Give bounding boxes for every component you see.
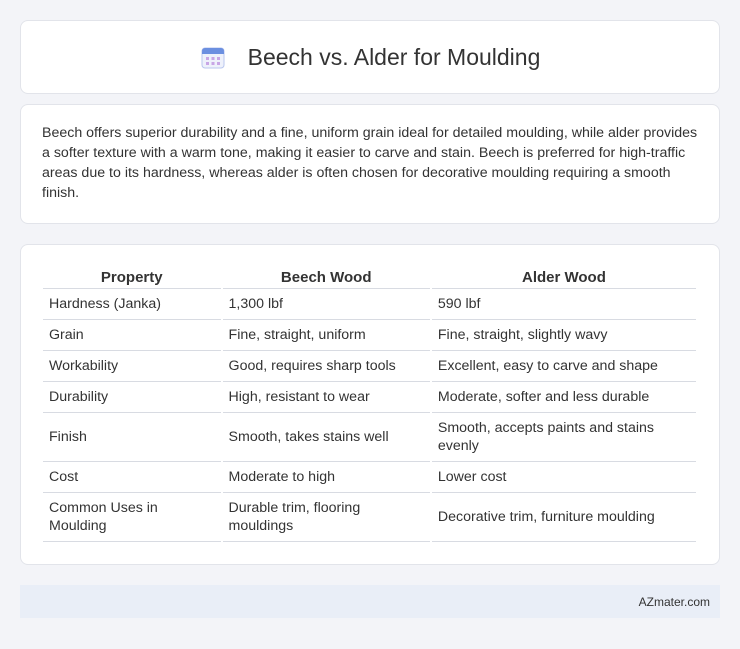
table-cell-beech: Smooth, takes stains well <box>222 413 430 462</box>
table-row: Cost Moderate to high Lower cost <box>43 462 696 493</box>
table-row: Grain Fine, straight, uniform Fine, stra… <box>43 320 696 351</box>
table-cell-property: Workability <box>43 351 221 382</box>
table-row: Durability High, resistant to wear Moder… <box>43 382 696 413</box>
page-title: Beech vs. Alder for Moulding <box>247 43 541 70</box>
comparison-table-card: Property Beech Wood Alder Wood Hardness … <box>20 244 720 565</box>
description-text: Beech offers superior durability and a f… <box>42 125 698 201</box>
table-cell-alder: Moderate, softer and less durable <box>431 382 696 413</box>
footer: AZmater.com <box>20 585 720 618</box>
table-cell-property: Common Uses in Moulding <box>43 493 221 542</box>
table-row: Hardness (Janka) 1,300 lbf 590 lbf <box>43 289 696 320</box>
title-card: Beech vs. Alder for Moulding <box>20 20 720 94</box>
table-cell-alder: Fine, straight, slightly wavy <box>431 320 696 351</box>
table-cell-beech: Durable trim, flooring mouldings <box>222 493 430 542</box>
table-cell-beech: Fine, straight, uniform <box>222 320 430 351</box>
table-cell-beech: Good, requires sharp tools <box>222 351 430 382</box>
table-cell-alder: 590 lbf <box>431 289 696 320</box>
table-cell-property: Durability <box>43 382 221 413</box>
table-cell-alder: Lower cost <box>431 462 696 493</box>
table-cell-beech: Moderate to high <box>222 462 430 493</box>
table-header-row: Property Beech Wood Alder Wood <box>43 264 696 289</box>
table-cell-property: Hardness (Janka) <box>43 289 221 320</box>
table-row: Workability Good, requires sharp tools E… <box>43 351 696 382</box>
comparison-table: Property Beech Wood Alder Wood Hardness … <box>41 264 698 542</box>
column-header-alder: Alder Wood <box>431 264 696 289</box>
footer-brand[interactable]: AZmater.com <box>639 595 710 609</box>
table-cell-beech: High, resistant to wear <box>222 382 430 413</box>
description-card: Beech offers superior durability and a f… <box>20 104 720 224</box>
table-row: Finish Smooth, takes stains well Smooth,… <box>43 413 696 462</box>
column-header-property: Property <box>43 264 221 289</box>
table-cell-beech: 1,300 lbf <box>222 289 430 320</box>
column-header-beech: Beech Wood <box>222 264 430 289</box>
table-cell-alder: Decorative trim, furniture moulding <box>431 493 696 542</box>
table-cell-property: Finish <box>43 413 221 462</box>
table-row: Common Uses in Moulding Durable trim, fl… <box>43 493 696 542</box>
calendar-icon <box>201 47 225 69</box>
table-cell-alder: Excellent, easy to carve and shape <box>431 351 696 382</box>
table-cell-property: Grain <box>43 320 221 351</box>
table-cell-alder: Smooth, accepts paints and stains evenly <box>431 413 696 462</box>
table-cell-property: Cost <box>43 462 221 493</box>
